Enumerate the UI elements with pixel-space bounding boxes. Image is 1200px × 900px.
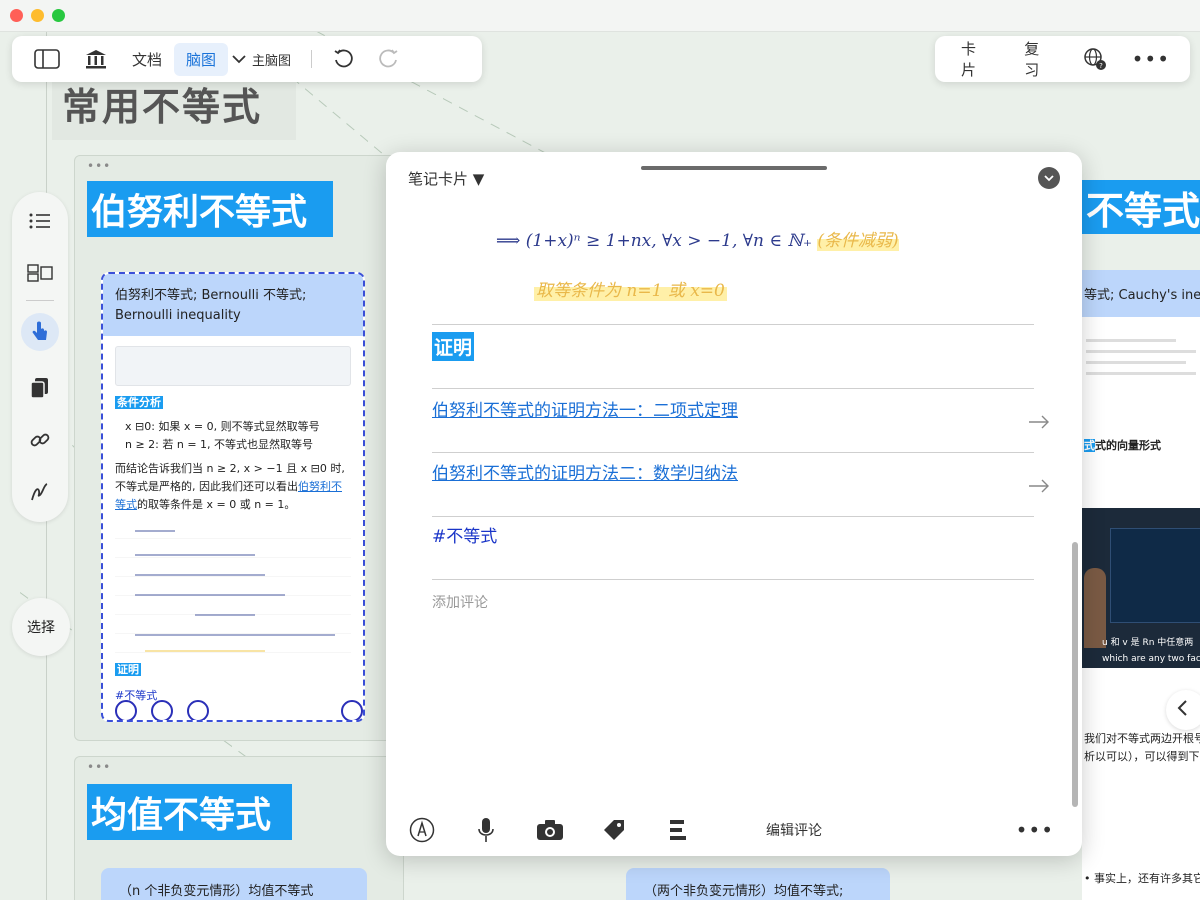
arrow-right-icon[interactable]: [1028, 414, 1050, 429]
resize-corner-icon[interactable]: [341, 700, 363, 720]
document-tab[interactable]: 文档: [120, 43, 174, 76]
minimize-window-button[interactable]: [31, 9, 44, 22]
mini-card-footer: [115, 700, 209, 720]
handwriting-stroke: [135, 574, 265, 576]
bernoulli-note-card[interactable]: 伯努利不等式; Bernoulli 不等式; Bernoulli inequal…: [101, 272, 365, 722]
mini-handwriting-image: [115, 520, 351, 655]
mini-paragraph-b: 的取等条件是 x = 0 或 n = 1。: [137, 498, 296, 511]
video-caption-1: u 和 v 是 Rn 中任意两: [1102, 638, 1194, 648]
more-icon[interactable]: •••: [1120, 41, 1182, 77]
note-card-bottom-toolbar: 编辑评论 •••: [408, 812, 1060, 848]
handwriting-stroke: [135, 594, 285, 596]
link-icon[interactable]: [187, 700, 209, 720]
select-mode-button[interactable]: 选择: [12, 598, 70, 656]
group-handle[interactable]: •••: [87, 159, 111, 173]
tag-icon[interactable]: [600, 816, 628, 844]
svg-text:?: ?: [1099, 62, 1103, 70]
view-toolbar: 卡片 复习 ? •••: [935, 36, 1190, 82]
hand-pointer-icon[interactable]: [21, 313, 59, 351]
peek-bullet: • 事实上，还有许多其它类型的: [1084, 872, 1200, 885]
edit-comment-button[interactable]: 编辑评论: [766, 820, 822, 840]
handwriting-stroke: [135, 530, 175, 532]
handwriting-stroke: [135, 634, 335, 636]
proof-method-1-link[interactable]: 伯努利不等式的证明方法一：二项式定理: [432, 396, 738, 421]
collapse-panel-button[interactable]: [1166, 690, 1200, 730]
main-toolbar: 文档 脑图 主脑图: [12, 36, 482, 82]
mean-inequality-n-chip[interactable]: （n 个非负变元情形）均值不等式: [101, 868, 367, 900]
camera-icon[interactable]: [536, 816, 564, 844]
sidebar-divider: [26, 300, 54, 301]
zoom-window-button[interactable]: [52, 9, 65, 22]
microphone-icon[interactable]: [472, 816, 500, 844]
mini-bullet-2: n ≥ 2: 若 n = 1, 不等式也显然取等号: [125, 438, 314, 451]
mini-bullet-1: x ⊟0: 如果 x = 0, 则不等式显然取等号: [125, 420, 320, 433]
cauchy-note-card[interactable]: 等式; Cauchy's ineq 式式的向量形式 u 和 v 是 Rn 中任意…: [1082, 270, 1200, 900]
close-window-button[interactable]: [10, 9, 23, 22]
vector-form-label: 式的向量形式: [1095, 439, 1161, 452]
right-peek-area: 等式; Cauchy's ineq 式式的向量形式 u 和 v 是 Rn 中任意…: [1082, 32, 1200, 900]
main-mindmap-label: 主脑图: [252, 53, 292, 69]
outline-list-icon[interactable]: [22, 206, 58, 236]
group-heading-bernoulli[interactable]: 伯努利不等式: [87, 181, 333, 237]
handwriting-stroke: [135, 554, 255, 556]
formula-note: (条件减弱): [817, 231, 899, 251]
mini-cond-heading: 条件分析: [115, 396, 163, 409]
proof-method-2-link[interactable]: 伯努利不等式的证明方法二：数学归纳法: [432, 459, 738, 484]
lecture-video[interactable]: u 和 v 是 Rn 中任意两 which are any two facto: [1082, 508, 1200, 668]
peek-text-1: 我们对不等式两边开根号: [1084, 732, 1200, 745]
scrollbar[interactable]: [1072, 542, 1078, 807]
toolbar-divider: [311, 50, 313, 68]
group-handle[interactable]: •••: [87, 760, 111, 774]
main-mindmap-dropdown[interactable]: 主脑图: [228, 44, 303, 75]
peek-text-2: 析以可以），可以得到下: [1084, 750, 1200, 763]
undo-icon[interactable]: [320, 42, 366, 76]
formula-text: ⟹ (1+x)ⁿ ≥ 1+nx, ∀x > −1, ∀n ∈ ℕ₊: [496, 231, 812, 251]
collapse-popup-button[interactable]: [1038, 167, 1060, 189]
section-divider: [432, 452, 1034, 453]
pen-icon[interactable]: [408, 816, 436, 844]
card-button[interactable]: 卡片: [943, 32, 1006, 86]
section-divider: [432, 579, 1034, 580]
video-caption-2: which are any two facto: [1102, 654, 1200, 664]
tag-inequality[interactable]: #不等式: [432, 522, 497, 547]
excerpt-icon[interactable]: [664, 816, 692, 844]
more-icon[interactable]: •••: [1016, 818, 1054, 842]
redo-icon[interactable]: [366, 42, 412, 76]
branch-icon[interactable]: [151, 700, 173, 720]
web-help-icon[interactable]: ?: [1070, 41, 1120, 77]
section-divider: [432, 388, 1034, 389]
group-heading-mean[interactable]: 均值不等式: [87, 784, 292, 840]
layout-icon[interactable]: [22, 258, 58, 288]
proof-heading: 证明: [432, 332, 475, 361]
cauchy-card-title: 等式; Cauchy's ineq: [1082, 270, 1200, 317]
mini-card-title: 伯努利不等式; Bernoulli 不等式; Bernoulli inequal…: [103, 274, 363, 336]
mini-card-thumbnail: [115, 346, 351, 386]
handwriting-stroke: [195, 614, 255, 616]
note-card-title-dropdown[interactable]: 笔记卡片 ▼: [408, 168, 484, 189]
note-card-popup[interactable]: 笔记卡片 ▼ ⟹ (1+x)ⁿ ≥ 1+nx, ∀x > −1, ∀n ∈ ℕ₊…: [386, 152, 1082, 856]
chevron-left-icon: [1176, 699, 1188, 721]
window-controls: [10, 9, 65, 22]
drag-handle[interactable]: [641, 166, 827, 170]
window-titlebar: [0, 0, 1200, 32]
mini-proof-heading: 证明: [115, 663, 141, 676]
freehand-draw-icon[interactable]: [22, 477, 58, 507]
mean-inequality-two-chip[interactable]: （两个非负变元情形）均值不等式;: [626, 868, 890, 900]
chevron-down-icon: [232, 54, 246, 64]
add-comment-field[interactable]: 添加评论: [432, 592, 488, 612]
copy-icon[interactable]: [22, 373, 58, 403]
arrow-right-icon[interactable]: [1028, 478, 1050, 493]
library-icon[interactable]: [72, 42, 120, 76]
handwritten-formula: ⟹ (1+x)ⁿ ≥ 1+nx, ∀x > −1, ∀n ∈ ℕ₊ (条件减弱): [496, 226, 899, 251]
review-button[interactable]: 复习: [1006, 32, 1069, 86]
section-divider: [432, 324, 1034, 325]
section-divider: [432, 516, 1034, 517]
link-icon[interactable]: [22, 425, 58, 455]
left-tool-sidebar: [12, 192, 68, 522]
handwriting-highlight: [145, 650, 265, 652]
mindmap-tab[interactable]: 脑图: [174, 42, 229, 76]
equality-condition-note: 取等条件为 n=1 或 x=0: [534, 276, 727, 301]
comment-icon[interactable]: [115, 700, 137, 720]
sidebar-toggle-icon[interactable]: [22, 43, 72, 75]
